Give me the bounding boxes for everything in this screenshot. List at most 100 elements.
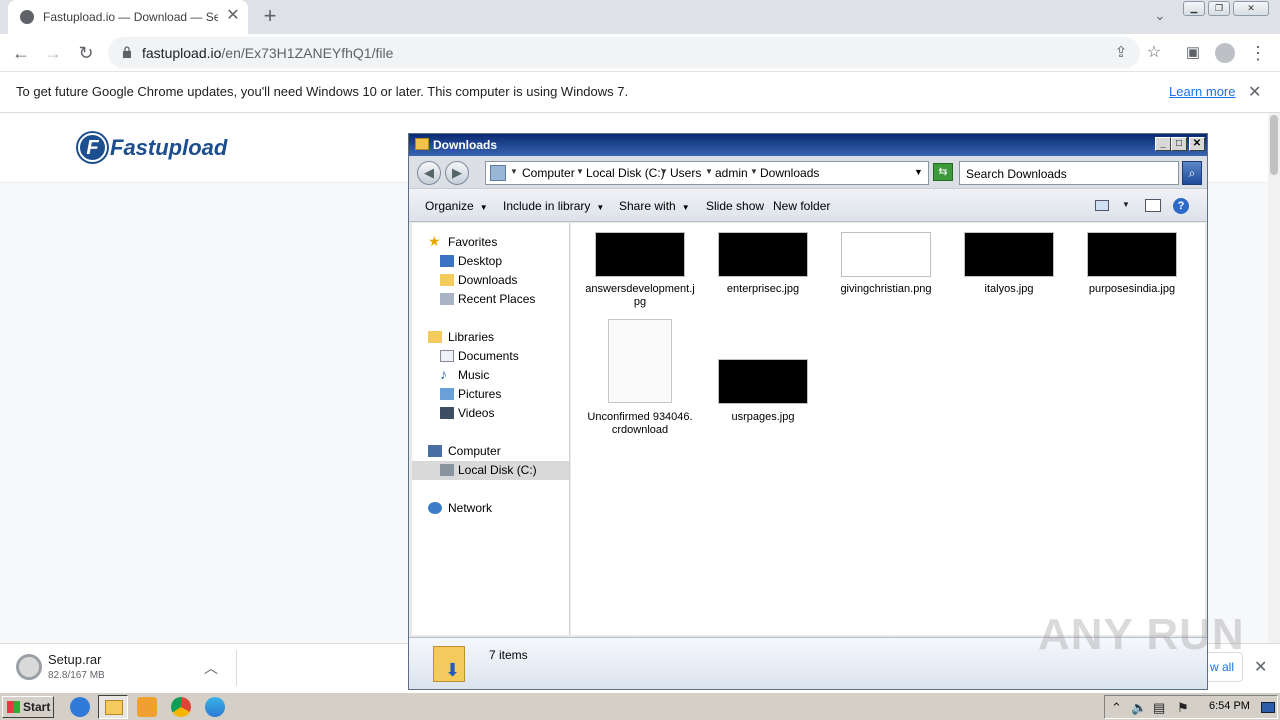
address-dropdown-icon[interactable]: ▼ — [914, 167, 923, 177]
restore-button[interactable]: ❐ — [1208, 1, 1230, 16]
archive-file-icon — [16, 654, 42, 680]
download-shelf-close-icon[interactable]: ✕ — [1254, 657, 1267, 677]
explorer-window: Downloads _ □ ✕ ◀ ▶ ▼ Computer ▼ Local D… — [408, 133, 1208, 690]
nav-network[interactable]: Network — [412, 499, 569, 518]
nav-downloads[interactable]: Downloads — [412, 271, 569, 290]
show-hidden-icons-icon[interactable]: ⌃ — [1111, 700, 1122, 716]
clock[interactable]: 6:54 PM — [1209, 700, 1250, 712]
explorer-maximize-button[interactable]: □ — [1171, 137, 1187, 151]
fastupload-logo-icon[interactable]: F — [78, 133, 107, 162]
nav-pictures[interactable]: Pictures — [412, 385, 569, 404]
media-player-icon[interactable] — [137, 697, 157, 717]
explorer-search-input[interactable]: Search Downloads — [959, 161, 1179, 185]
explorer-address-bar[interactable]: ▼ Computer ▼ Local Disk (C:) ▼ Users ▼ a… — [485, 161, 929, 185]
watermark: ANY RUN — [1038, 610, 1245, 659]
explorer-minimize-button[interactable]: _ — [1155, 137, 1171, 151]
windows-logo-icon — [7, 701, 20, 713]
chrome-icon[interactable] — [171, 697, 191, 717]
refresh-icon[interactable]: ⇆ — [933, 163, 953, 181]
minimize-button[interactable]: ▁ — [1183, 1, 1205, 16]
menu-kebab-icon[interactable]: ⋮ — [1245, 40, 1271, 66]
profile-avatar-icon[interactable] — [1212, 40, 1238, 66]
show-desktop-icon[interactable] — [1261, 702, 1275, 713]
new-folder-button[interactable]: New folder — [773, 199, 830, 213]
side-panel-icon[interactable]: ▣ — [1180, 40, 1206, 66]
nav-music[interactable]: ♪ Music — [412, 366, 569, 385]
nav-label: Desktop — [458, 254, 503, 268]
explorer-close-button[interactable]: ✕ — [1189, 137, 1205, 151]
reload-button[interactable]: ↻ — [73, 40, 99, 66]
forward-button[interactable]: → — [40, 40, 66, 66]
breadcrumb-local-disk[interactable]: Local Disk (C:) — [586, 166, 665, 180]
explorer-forward-button[interactable]: ▶ — [445, 161, 469, 185]
include-in-library-menu[interactable]: Include in library ▼ — [503, 199, 604, 213]
tab-title: Fastupload.io — Download — Setup — [43, 10, 218, 24]
learn-more-link[interactable]: Learn more — [1169, 84, 1235, 99]
desktop-icon — [440, 255, 454, 267]
nav-label: Documents — [458, 349, 519, 363]
address-bar[interactable]: fastupload.io/en/Ex73H1ZANEYfhQ1/file — [108, 37, 1140, 68]
new-tab-button[interactable]: + — [258, 5, 282, 29]
tab-search-chevron-icon[interactable]: ⌄ — [1150, 8, 1170, 26]
nav-local-disk[interactable]: Local Disk (C:) — [412, 461, 569, 480]
slide-show-button[interactable]: Slide show — [706, 199, 764, 213]
breadcrumb-arrow-icon[interactable]: ▼ — [660, 167, 668, 176]
chevron-up-icon[interactable]: ︿ — [204, 658, 218, 678]
nav-computer[interactable]: Computer — [412, 442, 569, 461]
navigation-pane: ★ Favorites Desktop Downloads Recent Plac… — [412, 223, 570, 635]
image-thumbnail — [718, 232, 808, 277]
image-thumbnail — [718, 359, 808, 404]
browser-toolbar: ← → ↻ fastupload.io/en/Ex73H1ZANEYfhQ1/f… — [0, 34, 1280, 72]
nav-videos[interactable]: Videos — [412, 404, 569, 423]
explorer-back-button[interactable]: ◀ — [417, 161, 441, 185]
network-tray-icon[interactable]: ▤ — [1153, 700, 1165, 716]
nav-label: Downloads — [458, 273, 518, 287]
view-options-dropdown-icon[interactable]: ▼ — [1122, 200, 1130, 209]
breadcrumb-arrow-icon[interactable]: ▼ — [510, 167, 518, 176]
search-placeholder: Search Downloads — [966, 167, 1067, 181]
browser-tab[interactable]: Fastupload.io — Download — Setup ✕ — [8, 0, 248, 34]
back-button[interactable]: ← — [8, 40, 34, 66]
breadcrumb-admin[interactable]: admin — [715, 166, 748, 180]
close-tab-icon[interactable]: ✕ — [224, 7, 242, 25]
infobar-close-icon[interactable]: ✕ — [1248, 82, 1261, 102]
page-scrollbar[interactable] — [1268, 113, 1280, 643]
file-name: Unconfirmed 934046.crdownload — [587, 411, 693, 436]
help-icon[interactable]: ? — [1173, 198, 1189, 214]
volume-icon[interactable]: 🔈 — [1131, 700, 1147, 716]
explorer-titlebar[interactable]: Downloads _ □ ✕ — [409, 134, 1207, 156]
scroll-thumb[interactable] — [1270, 115, 1278, 175]
nav-libraries[interactable]: Libraries — [412, 328, 569, 347]
internet-explorer-icon[interactable] — [70, 697, 90, 717]
share-icon[interactable]: ⇪ — [1108, 40, 1134, 66]
breadcrumb-computer[interactable]: Computer — [522, 166, 575, 180]
image-thumbnail — [964, 232, 1054, 277]
breadcrumb-users[interactable]: Users — [670, 166, 701, 180]
edge-icon[interactable] — [205, 697, 225, 717]
share-with-menu[interactable]: Share with ▼ — [619, 199, 690, 213]
lock-icon — [123, 46, 131, 58]
download-filename[interactable]: Setup.rar — [48, 652, 101, 667]
search-icon[interactable]: ⌕ — [1182, 161, 1202, 185]
nav-desktop[interactable]: Desktop — [412, 252, 569, 271]
breadcrumb-downloads[interactable]: Downloads — [760, 166, 819, 180]
file-name: usrpages.jpg — [731, 411, 795, 423]
breadcrumb-arrow-icon[interactable]: ▼ — [576, 167, 584, 176]
change-view-icon[interactable] — [1095, 200, 1109, 211]
bookmark-star-icon[interactable]: ☆ — [1141, 40, 1167, 66]
site-logo-text[interactable]: Fastupload — [110, 135, 227, 161]
nav-label: Music — [458, 368, 490, 382]
organize-menu[interactable]: Organize ▼ — [425, 199, 488, 213]
start-button[interactable]: Start — [2, 696, 54, 718]
nav-recent-places[interactable]: Recent Places — [412, 290, 569, 309]
taskbar-explorer-button[interactable] — [98, 695, 128, 719]
star-icon: ★ — [428, 233, 441, 249]
folder-icon — [105, 700, 123, 715]
nav-favorites[interactable]: ★ Favorites — [412, 233, 569, 252]
close-window-button[interactable]: ✕ — [1233, 1, 1269, 16]
nav-documents[interactable]: Documents — [412, 347, 569, 366]
breadcrumb-arrow-icon[interactable]: ▼ — [750, 167, 758, 176]
preview-pane-icon[interactable] — [1145, 199, 1161, 212]
breadcrumb-arrow-icon[interactable]: ▼ — [705, 167, 713, 176]
action-center-flag-icon[interactable]: ⚑ — [1177, 700, 1189, 716]
